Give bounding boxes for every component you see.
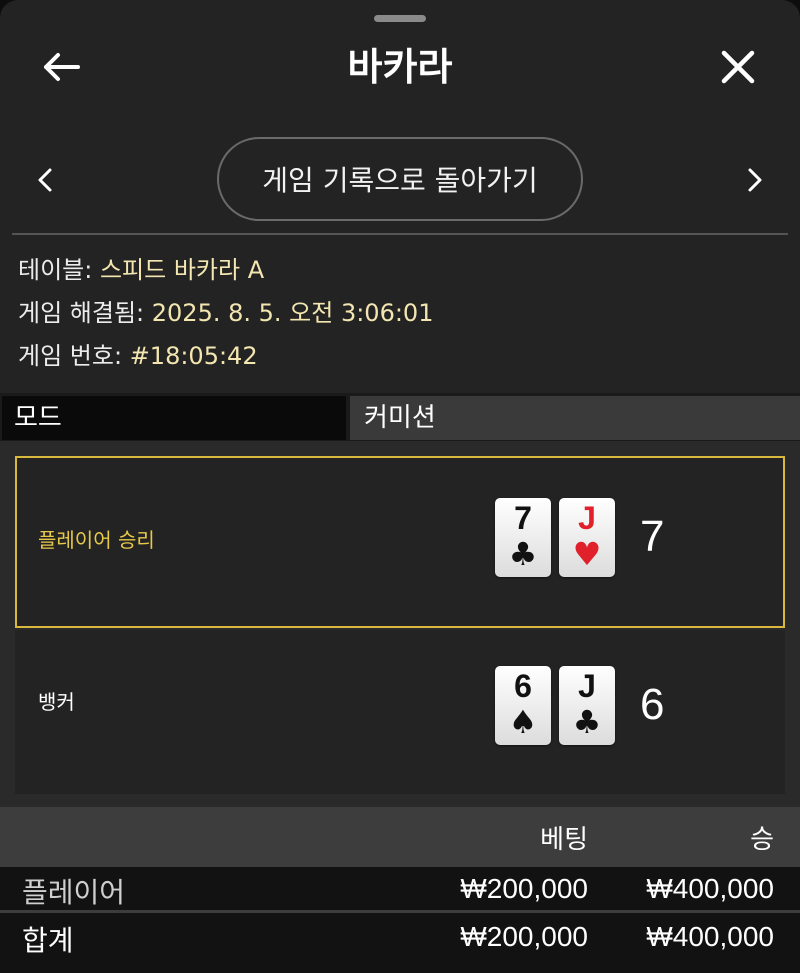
card-rank: J (578, 500, 596, 536)
row-win: ₩400,000 (646, 873, 774, 904)
back-to-history-button[interactable]: 게임 기록으로 돌아가기 (217, 137, 583, 221)
player-card-1: 7 ♣ (495, 498, 551, 577)
resolved-value: 2025. 8. 5. 오전 3:06:01 (151, 299, 434, 327)
divider (12, 233, 788, 235)
page-title: 바카라 (347, 45, 453, 89)
bet-column-header: 베팅 (540, 825, 588, 855)
win-column-header: 승 (750, 825, 774, 855)
resolved-info: 게임 해결됨: 2025. 8. 5. 오전 3:06:01 (18, 296, 433, 330)
card-rank: J (578, 668, 596, 704)
mode-row: 모드 커미션 (0, 393, 800, 441)
table-row: 플레이어 ₩200,000 ₩400,000 (0, 867, 800, 910)
spade-icon: ♠ (508, 703, 538, 741)
row-label: 플레이어 (22, 877, 126, 908)
banker-card-1: 6 ♠ (495, 666, 551, 745)
close-button[interactable] (716, 45, 760, 89)
banker-label: 뱅커 (38, 690, 75, 714)
table-value: 스피드 바카라 A (99, 256, 265, 284)
banker-card-2: J ♣ (559, 666, 615, 745)
bottom-sheet: 바카라 게임 기록으로 돌아가기 테이블: 스피드 바카라 A 게임 해결됨: … (0, 0, 800, 973)
mode-value: 커미션 (350, 396, 800, 440)
club-icon: ♣ (508, 535, 538, 573)
arrow-left-icon (44, 53, 80, 81)
heart-icon: ♥ (572, 535, 602, 573)
player-win-label: 플레이어 승리 (38, 528, 155, 552)
drag-handle[interactable] (374, 15, 426, 22)
bets-table-header: 베팅 승 (0, 807, 800, 867)
total-label: 합계 (22, 925, 74, 956)
next-game-button[interactable] (740, 160, 770, 200)
previous-game-button[interactable] (30, 160, 60, 200)
table-label: 테이블: (18, 256, 93, 284)
close-icon (721, 50, 755, 84)
total-bet: ₩200,000 (460, 921, 588, 952)
game-number-value: #18:05:42 (129, 342, 258, 370)
banker-score: 6 (640, 680, 665, 729)
club-icon: ♣ (572, 703, 602, 741)
player-score: 7 (640, 512, 665, 561)
row-bet: ₩200,000 (460, 873, 588, 904)
total-row: 합계 ₩200,000 ₩400,000 (0, 913, 800, 973)
mode-label: 모드 (2, 396, 346, 440)
total-win: ₩400,000 (646, 921, 774, 952)
banker-result (15, 630, 785, 794)
card-rank: 6 (514, 668, 532, 704)
back-button[interactable] (40, 47, 84, 87)
card-rank: 7 (514, 500, 532, 536)
chevron-right-icon (748, 168, 762, 192)
game-number-info: 게임 번호: #18:05:42 (18, 339, 258, 373)
table-info: 테이블: 스피드 바카라 A (18, 253, 264, 287)
chevron-left-icon (38, 168, 52, 192)
player-card-2: J ♥ (559, 498, 615, 577)
resolved-label: 게임 해결됨: (18, 299, 145, 327)
game-number-label: 게임 번호: (18, 342, 123, 370)
